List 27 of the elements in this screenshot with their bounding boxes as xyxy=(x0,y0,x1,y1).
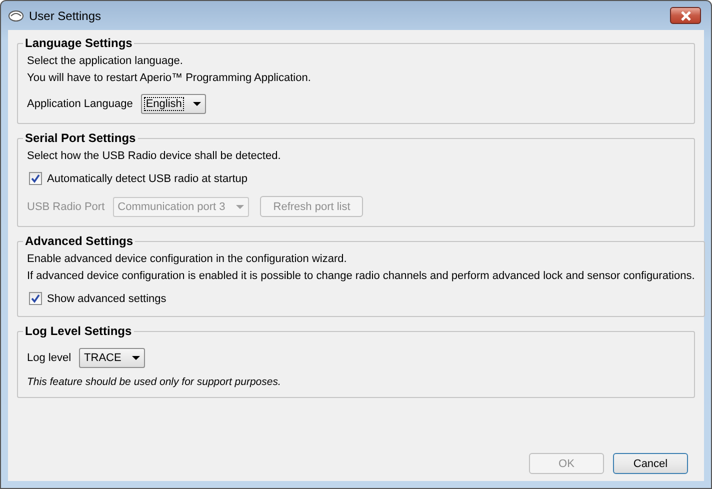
group-title: Advanced Settings xyxy=(24,234,134,248)
caret-icon xyxy=(236,204,244,208)
description-text: Select the application language. xyxy=(27,54,184,68)
dropdown[interactable]: TRACE xyxy=(79,348,146,368)
checkbox-label[interactable]: Show advanced settings xyxy=(47,292,166,304)
close-icon xyxy=(680,10,692,20)
caret-icon xyxy=(132,356,140,360)
group-title: Log Level Settings xyxy=(24,324,133,338)
dropdown[interactable]: English xyxy=(140,94,206,114)
description-text: Select how the USB Radio device shall be detected. xyxy=(27,149,282,163)
field-label: USB Radio Port xyxy=(27,200,105,212)
field-label: Application Language xyxy=(27,98,133,110)
group-title: Language Settings xyxy=(24,36,134,50)
checkbox[interactable] xyxy=(29,292,42,305)
dialog-button[interactable]: Cancel xyxy=(613,453,688,474)
checkbox-label[interactable]: Automatically detect USB radio at startup xyxy=(47,172,248,184)
checkbox[interactable] xyxy=(29,172,42,185)
field-label: Log level xyxy=(27,352,72,364)
group-title: Serial Port Settings xyxy=(24,131,137,145)
note-text: This feature should be used only for support purposes. xyxy=(27,376,282,388)
description-text: You will have to restart Aperio™ Programming Application. xyxy=(27,71,312,85)
description-text: If advanced device configuration is enabled it is possible to change radio channels and perform advanced lock and sensor configurations. xyxy=(27,269,695,283)
description-text: Enable advanced device configuration in the configuration wizard. xyxy=(27,252,348,266)
caret-icon xyxy=(192,102,201,106)
window-title: User Settings xyxy=(29,8,102,22)
close-button[interactable] xyxy=(670,7,701,24)
app-icon xyxy=(8,10,24,22)
